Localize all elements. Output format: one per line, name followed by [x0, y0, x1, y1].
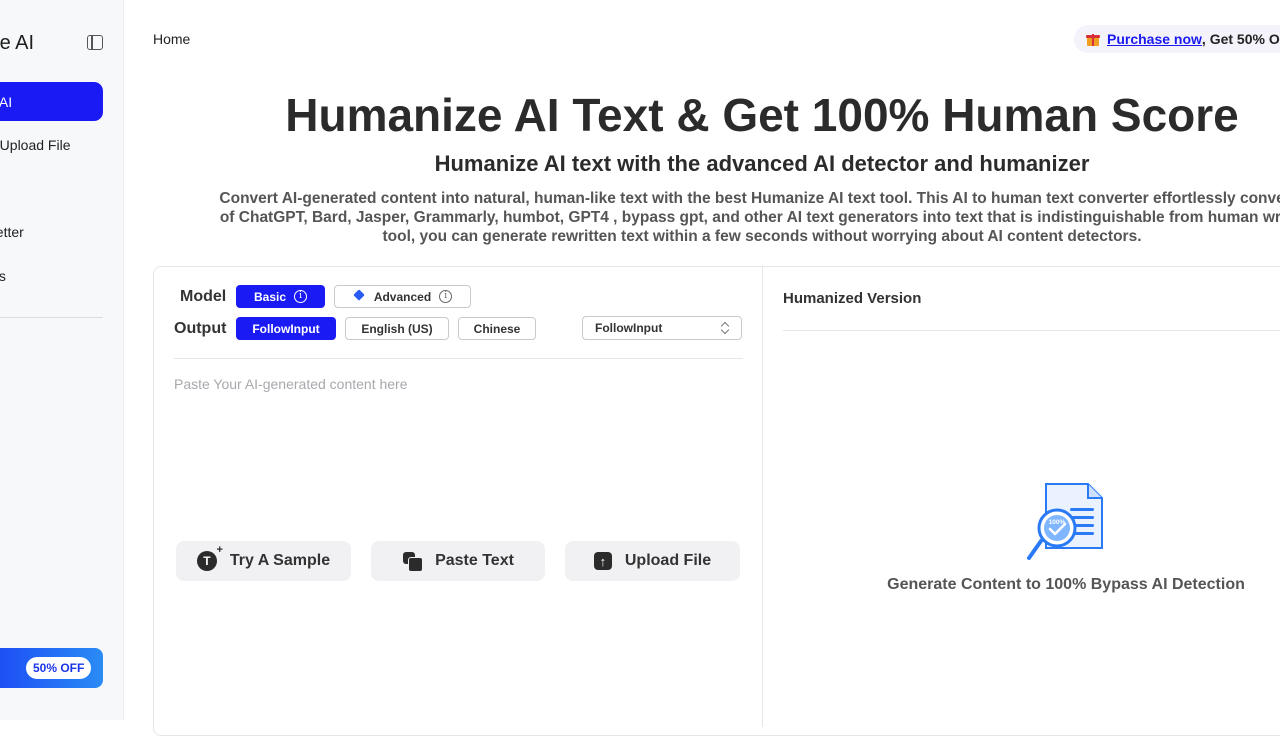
page-title: Humanize AI Text & Get 100% Human Score — [285, 89, 1239, 141]
top-promo-banner: Purchase now , Get 50% Of — [1074, 25, 1280, 53]
paste-text-button[interactable]: Paste Text — [371, 541, 545, 581]
output-followinput-button[interactable]: FollowInput — [236, 317, 336, 340]
promo-text: , Get 50% Of — [1201, 31, 1280, 47]
sidebar-item-label: ols — [0, 268, 6, 284]
page-description: Convert AI-generated content into natura… — [154, 189, 1280, 246]
gift-icon — [1086, 32, 1100, 46]
divider — [783, 330, 1280, 331]
humanized-version-title: Humanized Version — [783, 290, 922, 307]
sidebar-item-humanize-ai[interactable]: e AI — [0, 82, 103, 121]
sidebar-item-pdf[interactable]: F — [0, 168, 103, 207]
sidebar-item-label: e AI — [0, 93, 13, 110]
model-advanced-button[interactable]: Advanced i — [334, 285, 471, 308]
upload-file-button[interactable]: ↑ Upload File — [565, 541, 740, 581]
sidebar-item-upload-file[interactable]: e Upload File — [0, 125, 103, 164]
description-line: Convert AI-generated content into natura… — [219, 190, 1280, 207]
diamond-icon — [353, 292, 365, 302]
brand-name: nize AI — [0, 32, 35, 54]
sidebar-item-tools[interactable]: ols — [0, 256, 103, 295]
chevron-updown-icon — [721, 321, 729, 335]
discount-badge: 50% OFF — [26, 657, 92, 679]
purchase-now-link[interactable]: Purchase now — [1107, 31, 1202, 47]
sidebar-item-letter[interactable]: Letter — [0, 212, 103, 251]
paste-text-label: Paste Text — [435, 552, 514, 569]
model-advanced-label: Advanced — [373, 289, 432, 304]
try-sample-label: Try A Sample — [229, 552, 331, 569]
output-label: Output — [174, 320, 227, 337]
divider — [174, 358, 743, 359]
output-chinese-button[interactable]: Chinese — [458, 317, 536, 340]
sidebar-collapse-icon[interactable] — [87, 35, 103, 50]
description-line: tool, you can generate rewritten text wi… — [382, 228, 1142, 245]
model-basic-button[interactable]: Basic i — [236, 285, 325, 308]
description-line: of ChatGPT, Bard, Jasper, Grammarly, hum… — [219, 209, 1280, 226]
empty-state-text: Generate Content to 100% Bypass AI Detec… — [887, 576, 1245, 593]
info-icon[interactable]: i — [439, 290, 453, 303]
ai-content-input[interactable] — [174, 376, 743, 526]
sidebar: nize AI e AI e Upload File F Letter ols … — [0, 0, 124, 720]
sidebar-item-label: e Upload File — [0, 136, 71, 153]
output-english-button[interactable]: English (US) — [345, 317, 449, 340]
page-subtitle: Humanize AI text with the advanced AI de… — [434, 151, 1090, 176]
info-icon[interactable]: i — [294, 290, 308, 303]
upload-icon: ↑ — [593, 552, 612, 570]
sidebar-divider — [0, 317, 103, 318]
model-basic-label: Basic — [253, 289, 287, 304]
model-label: Model — [180, 288, 227, 305]
sidebar-promo-card[interactable]: 50% OFF — [0, 648, 103, 688]
document-magnifier-icon: 100% — [1027, 483, 1103, 560]
sidebar-item-label: Letter — [0, 223, 24, 240]
try-sample-button[interactable]: T Try A Sample — [176, 541, 351, 581]
sample-icon: T — [196, 544, 223, 571]
select-value: FollowInput — [595, 321, 663, 335]
paste-icon — [402, 551, 424, 572]
output-language-select[interactable]: FollowInput — [582, 316, 742, 340]
pane-divider — [762, 267, 763, 727]
breadcrumb[interactable]: Home — [153, 31, 190, 47]
upload-file-label: Upload File — [624, 552, 712, 569]
